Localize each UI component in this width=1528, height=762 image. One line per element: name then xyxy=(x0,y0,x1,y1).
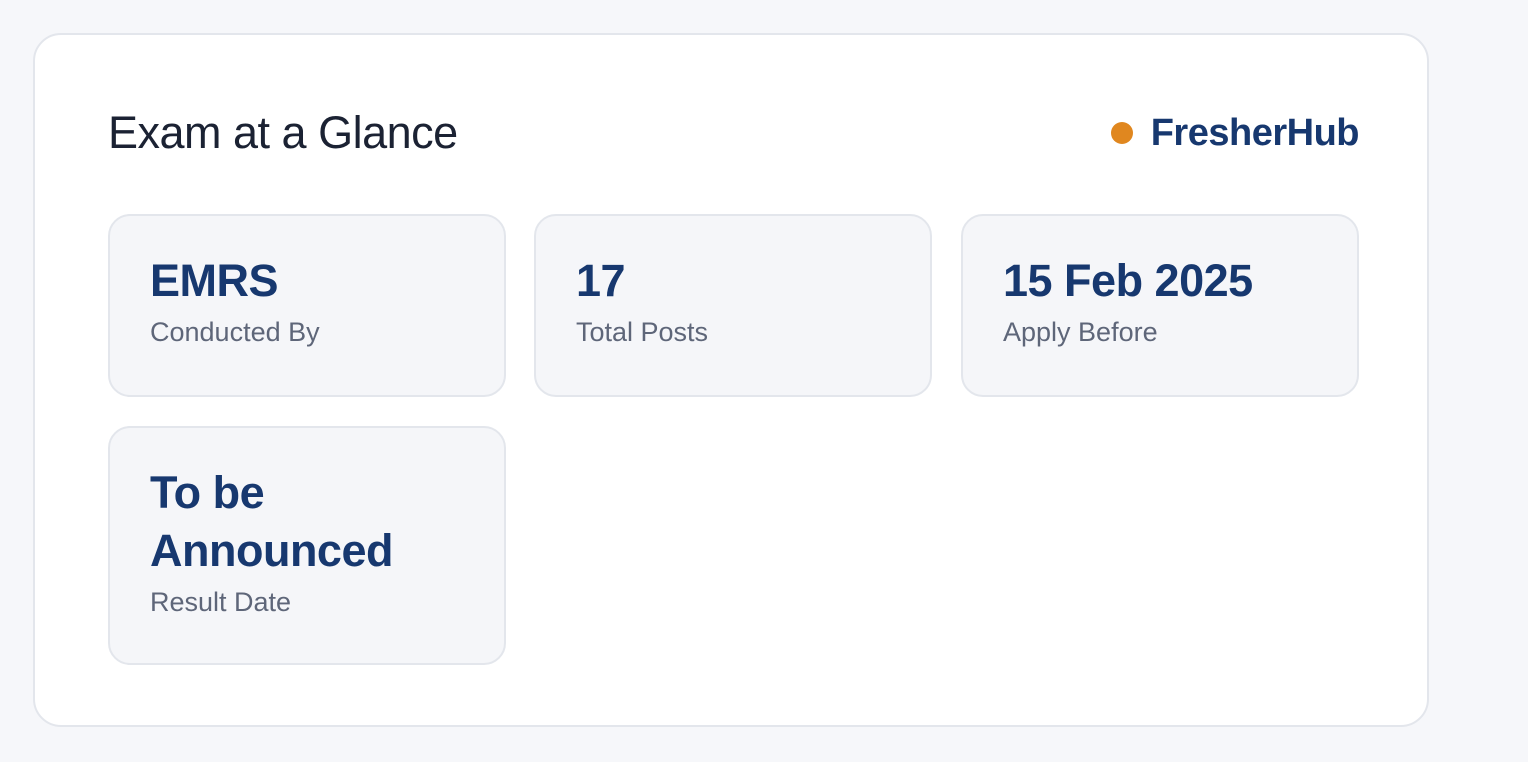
tile-total-posts: 17 Total Posts xyxy=(534,214,932,397)
card-title: Exam at a Glance xyxy=(108,107,458,158)
exam-glance-card: Exam at a Glance FresherHub EMRS Conduct… xyxy=(33,33,1429,727)
tile-conducted-by: EMRS Conducted By xyxy=(108,214,506,397)
brand[interactable]: FresherHub xyxy=(1110,107,1360,159)
tile-value: To be Announced xyxy=(150,467,393,576)
brand-name[interactable]: FresherHub xyxy=(1151,112,1360,155)
brand-dot-icon xyxy=(1110,122,1133,144)
tile-label: Total Posts xyxy=(576,317,709,347)
card-header: Exam at a Glance FresherHub xyxy=(108,107,1360,159)
tile-result-date: To be Announced Result Date xyxy=(108,426,506,665)
tile-label: Result Date xyxy=(150,587,292,617)
tile-value: 17 xyxy=(576,255,626,306)
tile-value: 15 Feb 2025 xyxy=(1003,255,1253,306)
tile-value: EMRS xyxy=(150,255,279,306)
tile-apply-before: 15 Feb 2025 Apply Before xyxy=(961,214,1359,397)
tile-label: Conducted By xyxy=(150,317,320,347)
tile-label: Apply Before xyxy=(1003,317,1158,347)
